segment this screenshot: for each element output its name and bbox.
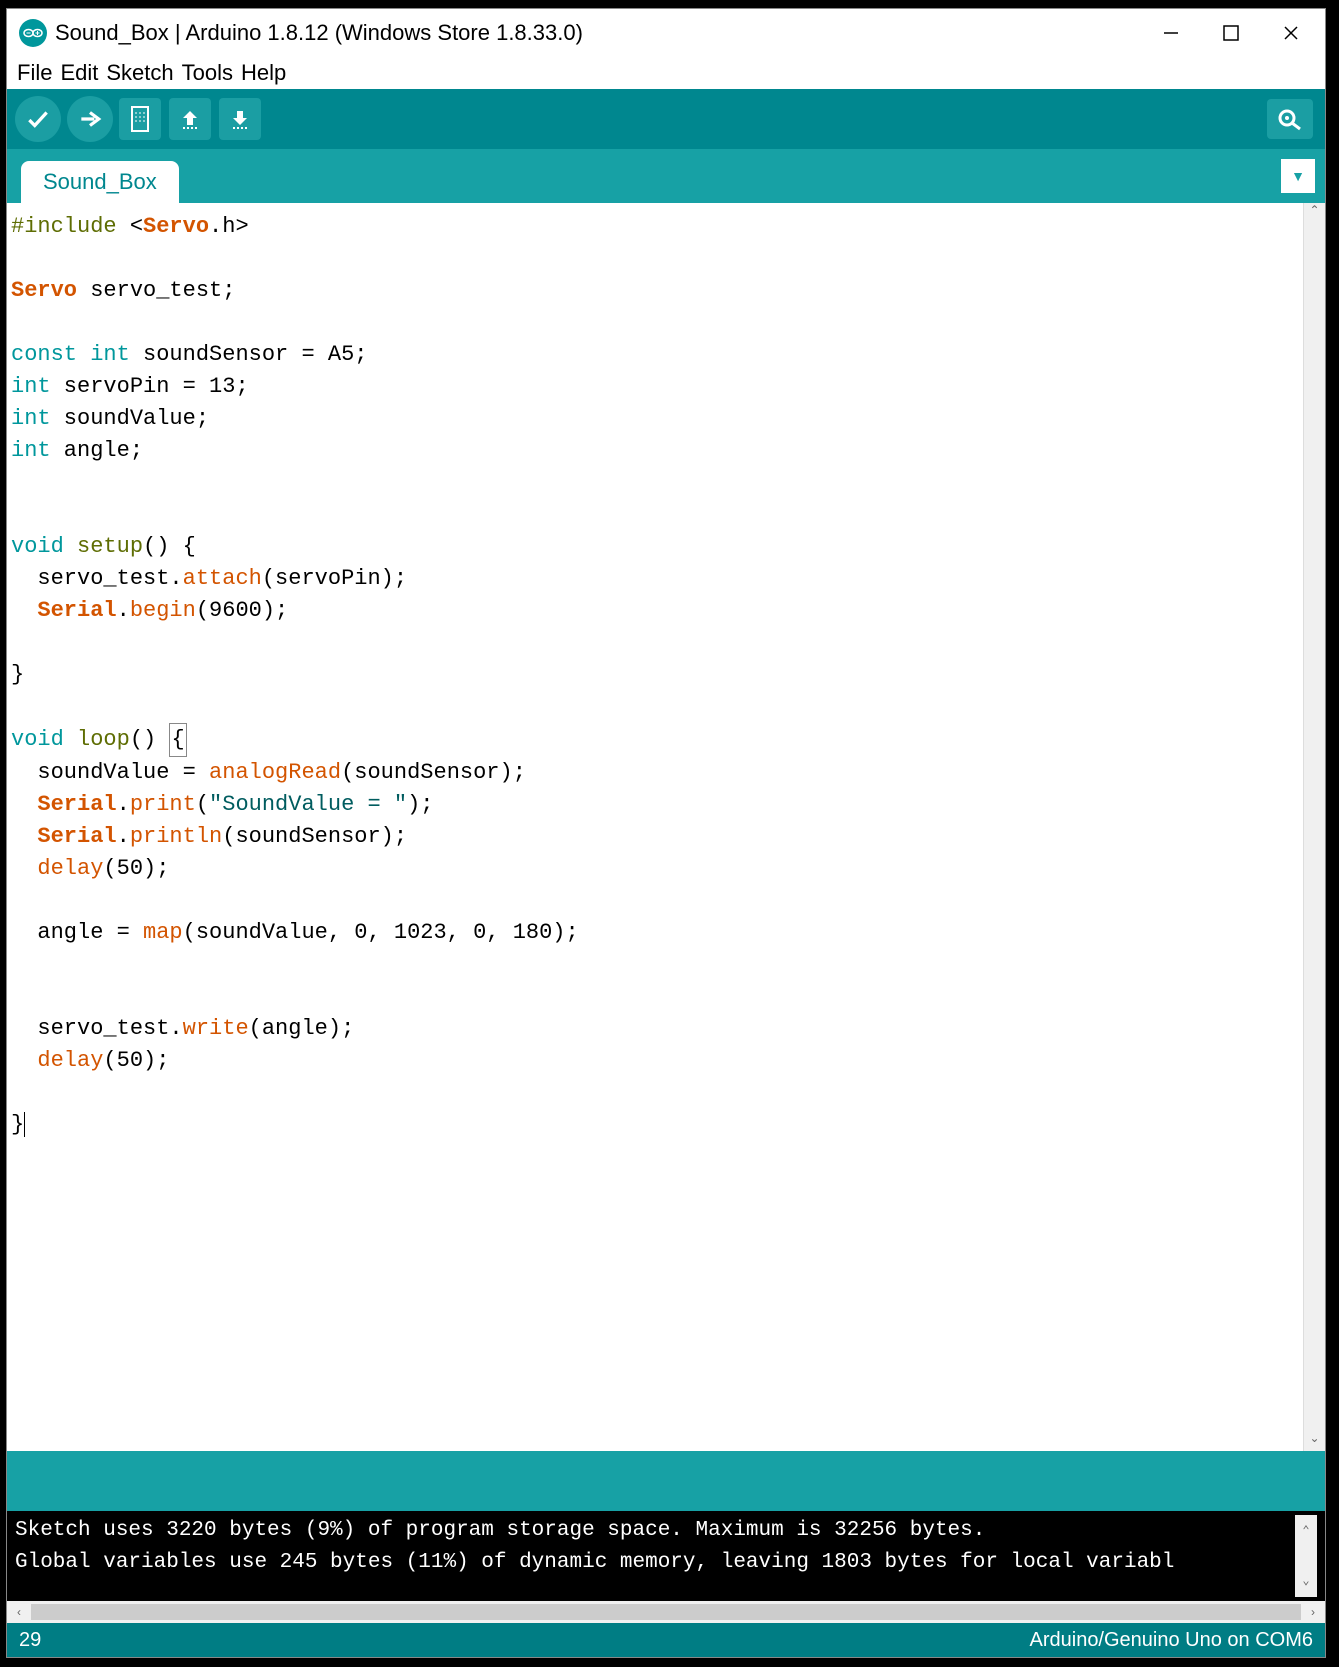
menu-edit[interactable]: Edit [58,60,100,86]
tab-menu-dropdown[interactable]: ▼ [1281,159,1315,193]
tab-bar: Sound_Box ▼ [7,149,1325,203]
scroll-left-icon[interactable]: ‹ [11,1605,27,1619]
editor-area: #include <Servo.h> Servo servo_test; con… [7,203,1325,1451]
window-title: Sound_Box | Arduino 1.8.12 (Windows Stor… [55,20,1141,46]
scroll-thumb[interactable] [31,1604,1301,1620]
menu-file[interactable]: File [15,60,54,86]
board-port-label: Arduino/Genuino Uno on COM6 [1030,1629,1314,1652]
save-sketch-button[interactable] [219,98,261,140]
title-bar[interactable]: Sound_Box | Arduino 1.8.12 (Windows Stor… [7,9,1325,57]
upload-button[interactable] [67,96,113,142]
status-strip [7,1451,1325,1511]
scroll-down-icon[interactable]: ⌄ [1304,1431,1325,1451]
console-vertical-scrollbar[interactable]: ⌃ ⌄ [1295,1515,1317,1597]
scroll-down-icon[interactable]: ⌄ [1295,1565,1317,1597]
minimize-button[interactable] [1141,13,1201,53]
open-sketch-button[interactable] [169,98,211,140]
menu-tools[interactable]: Tools [180,60,235,86]
console-horizontal-scrollbar[interactable]: ‹ › [7,1601,1325,1623]
status-bar: 29 Arduino/Genuino Uno on COM6 [7,1623,1325,1657]
new-sketch-button[interactable] [119,98,161,140]
serial-monitor-button[interactable] [1267,99,1313,139]
menu-sketch[interactable]: Sketch [104,60,175,86]
editor-vertical-scrollbar[interactable]: ⌃ ⌄ [1303,203,1325,1451]
code-editor[interactable]: #include <Servo.h> Servo servo_test; con… [7,203,1303,1451]
menu-help[interactable]: Help [239,60,288,86]
toolbar [7,89,1325,149]
scroll-up-icon[interactable]: ⌃ [1304,203,1325,223]
arduino-ide-window: Sound_Box | Arduino 1.8.12 (Windows Stor… [6,8,1326,1658]
menu-bar: File Edit Sketch Tools Help [7,57,1325,89]
line-number: 29 [19,1629,41,1652]
arduino-logo-icon [19,19,47,47]
output-console[interactable]: Sketch uses 3220 bytes (9%) of program s… [7,1511,1325,1601]
maximize-button[interactable] [1201,13,1261,53]
close-button[interactable] [1261,13,1321,53]
console-text: Sketch uses 3220 bytes (9%) of program s… [15,1515,1295,1597]
scroll-right-icon[interactable]: › [1305,1605,1321,1619]
verify-button[interactable] [15,96,61,142]
scroll-up-icon[interactable]: ⌃ [1295,1515,1317,1547]
tab-sound-box[interactable]: Sound_Box [21,161,179,203]
